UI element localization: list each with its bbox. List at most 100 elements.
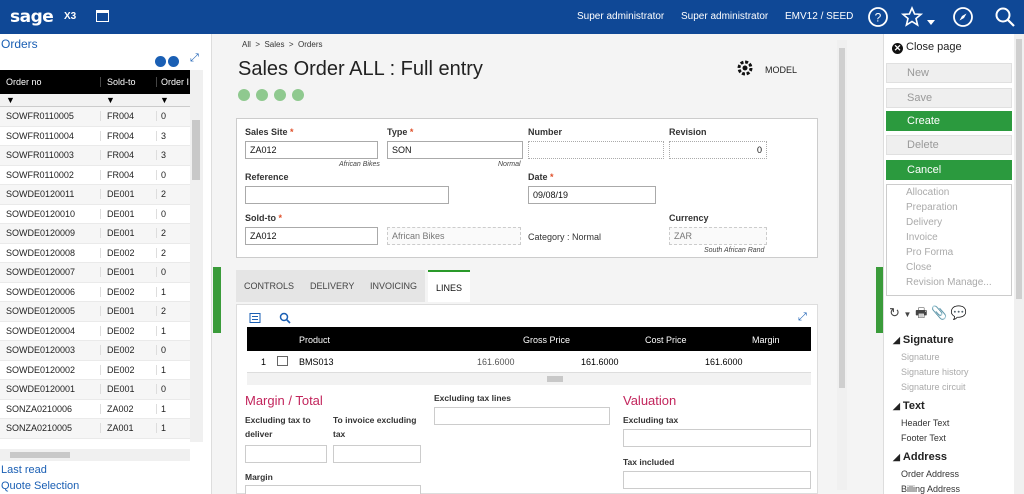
breadcrumb-item[interactable]: Sales xyxy=(264,40,284,49)
table-row[interactable]: SOWDE0120001 DE001 0 xyxy=(0,380,190,400)
sold-to-field[interactable]: ZA012 xyxy=(245,227,378,245)
number-field[interactable] xyxy=(528,141,664,159)
collapse-right-handle[interactable] xyxy=(876,267,883,333)
reference-field[interactable] xyxy=(245,186,449,204)
table-row[interactable]: SOWDE0120002 DE002 1 xyxy=(0,361,190,380)
save-button[interactable]: Save xyxy=(886,88,1012,108)
gross-price-cell[interactable]: 161.6000 xyxy=(581,357,619,367)
breadcrumb-item[interactable]: All xyxy=(242,40,251,49)
cancel-button[interactable]: Cancel xyxy=(886,160,1012,180)
product-cell[interactable]: BMS013 xyxy=(299,357,334,367)
table-row[interactable]: SOWDE0120004 DE002 1 xyxy=(0,322,190,341)
table-row[interactable]: SOWDE0120010 DE001 0 xyxy=(0,205,190,224)
action-revision-manage[interactable]: Revision Manage... xyxy=(887,275,1011,290)
star-icon[interactable] xyxy=(900,5,924,29)
section-address[interactable]: ◢ Address xyxy=(893,451,947,463)
filter-icon[interactable]: ▼ xyxy=(156,95,190,105)
section-item[interactable]: Header Text xyxy=(901,418,949,428)
lines-horizontal-scrollbar[interactable] xyxy=(247,373,811,385)
chevron-down-icon[interactable]: ▼ xyxy=(904,310,912,319)
column-header-cost-price[interactable]: Cost Price xyxy=(645,335,687,345)
breadcrumb-item[interactable]: Orders xyxy=(298,40,322,49)
table-row[interactable]: SOWDE0120006 DE002 1 xyxy=(0,283,190,302)
list-icon[interactable] xyxy=(249,312,261,324)
close-page-button[interactable]: ✕ Close page xyxy=(892,41,962,54)
compass-icon[interactable] xyxy=(951,5,975,29)
table-row[interactable]: SOWFR0110005 FR004 0 xyxy=(0,107,190,127)
action-preparation[interactable]: Preparation xyxy=(887,200,1011,215)
gear-icon[interactable] xyxy=(735,58,755,78)
role-label[interactable]: Super administrator xyxy=(681,11,768,22)
first-record-icon[interactable] xyxy=(238,89,250,101)
chevron-down-icon[interactable] xyxy=(926,5,936,29)
previous-page-icon[interactable] xyxy=(155,56,166,67)
section-item[interactable]: Signature circuit xyxy=(901,382,966,392)
table-row[interactable]: SOWFR0110003 FR004 3 xyxy=(0,146,190,166)
horizontal-scrollbar[interactable] xyxy=(0,449,190,461)
section-signature[interactable]: ◢ Signature xyxy=(893,334,954,346)
action-close[interactable]: Close xyxy=(887,260,1011,275)
column-header-product[interactable]: Product xyxy=(299,335,330,345)
tab-delivery[interactable]: DELIVERY xyxy=(302,270,363,302)
column-header-gross-price[interactable]: Gross Price xyxy=(523,335,570,345)
folder-label[interactable]: EMV12 / SEED xyxy=(785,11,853,22)
model-label[interactable]: MODEL xyxy=(765,65,797,75)
column-header-order-no[interactable]: Order no xyxy=(0,77,100,87)
currency-field[interactable]: ZAR xyxy=(669,227,767,245)
right-vertical-scrollbar[interactable] xyxy=(1014,34,1024,494)
table-row[interactable]: SOWDE0120009 DE001 2 xyxy=(0,224,190,244)
calendar-icon[interactable] xyxy=(96,10,109,22)
table-row[interactable]: 1 BMS013 161.6000 161.6000 161.6000 xyxy=(247,351,811,373)
help-icon[interactable]: ? xyxy=(866,5,890,29)
column-header-order-i[interactable]: Order I xyxy=(156,77,190,87)
vertical-scrollbar[interactable] xyxy=(190,70,203,442)
date-field[interactable]: 09/08/19 xyxy=(528,186,656,204)
revision-field[interactable]: 0 xyxy=(669,141,767,159)
type-field[interactable]: SON xyxy=(387,141,523,159)
filter-icon[interactable]: ▼ xyxy=(0,95,100,105)
previous-record-icon[interactable] xyxy=(256,89,268,101)
table-row[interactable]: SOWDE0120003 DE002 0 xyxy=(0,341,190,361)
sage-logo[interactable]: sage xyxy=(10,7,54,27)
section-item[interactable]: Order Address xyxy=(901,469,959,479)
action-allocation[interactable]: Allocation xyxy=(887,185,1011,200)
price-cell[interactable]: 161.6000 xyxy=(477,357,515,367)
main-vertical-scrollbar[interactable] xyxy=(837,40,847,490)
cost-price-cell[interactable]: 161.6000 xyxy=(705,357,743,367)
column-header-sold-to[interactable]: Sold-to xyxy=(100,77,156,87)
last-record-icon[interactable] xyxy=(292,89,304,101)
section-item[interactable]: Billing Address xyxy=(901,484,960,494)
to-invoice-excl-field[interactable] xyxy=(333,445,421,463)
next-record-icon[interactable] xyxy=(274,89,286,101)
search-icon[interactable] xyxy=(993,5,1017,29)
next-page-icon[interactable] xyxy=(168,56,179,67)
refresh-icon[interactable]: ↻ xyxy=(889,305,900,320)
table-row[interactable]: SOWDE0120011 DE001 2 xyxy=(0,185,190,205)
table-row[interactable]: SONZA0210005 ZA001 1 xyxy=(0,419,190,439)
quote-selection-link[interactable]: Quote Selection xyxy=(1,480,79,492)
section-text[interactable]: ◢ Text xyxy=(893,400,925,412)
section-item[interactable]: Footer Text xyxy=(901,433,946,443)
expand-icon[interactable]: ⤢ xyxy=(798,311,807,324)
table-row[interactable]: SONZA0210006 ZA002 1 xyxy=(0,400,190,419)
tax-included-field[interactable] xyxy=(623,471,811,489)
user-label[interactable]: Super administrator xyxy=(577,11,664,22)
action-invoice[interactable]: Invoice xyxy=(887,230,1011,245)
expand-icon[interactable]: ⤢ xyxy=(190,52,199,65)
table-row[interactable]: SOWDE0120008 DE002 2 xyxy=(0,244,190,263)
tab-lines[interactable]: LINES xyxy=(428,270,471,302)
sales-site-field[interactable]: ZA012 xyxy=(245,141,378,159)
detail-icon[interactable] xyxy=(277,356,288,366)
column-header-margin[interactable]: Margin xyxy=(752,335,780,345)
collapse-left-handle[interactable] xyxy=(213,267,221,333)
action-delivery[interactable]: Delivery xyxy=(887,215,1011,230)
excl-tax-deliver-field[interactable] xyxy=(245,445,327,463)
margin-field[interactable] xyxy=(245,485,421,494)
section-item[interactable]: Signature history xyxy=(901,367,969,377)
filter-icon[interactable]: ▼ xyxy=(100,95,156,105)
table-row[interactable]: SOWDE0120005 DE001 2 xyxy=(0,302,190,322)
last-read-link[interactable]: Last read xyxy=(1,464,47,476)
create-button[interactable]: Create xyxy=(886,111,1012,131)
action-pro-forma[interactable]: Pro Forma xyxy=(887,245,1011,260)
table-row[interactable]: SOWFR0110002 FR004 0 xyxy=(0,166,190,185)
